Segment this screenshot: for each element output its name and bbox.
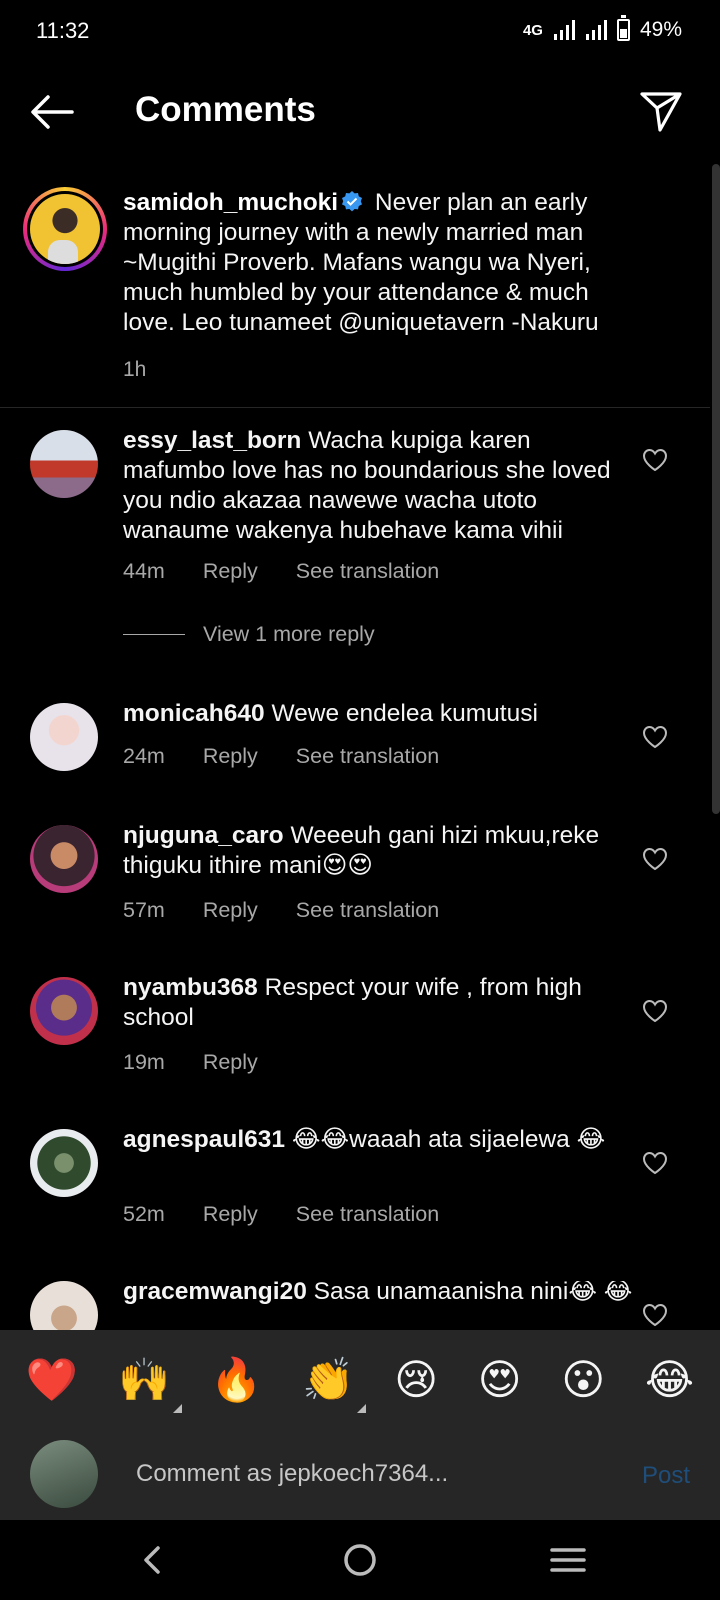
like-heart-icon[interactable] (642, 1151, 668, 1175)
my-avatar (30, 1440, 98, 1508)
comment-text: nyambu368 Respect your wife , from high … (123, 974, 582, 1031)
comment-meta: 52m Reply See translation (123, 1202, 439, 1227)
status-time: 11:32 (36, 18, 90, 43)
network-type: 4G (522, 21, 543, 39)
see-translation-button[interactable]: See translation (296, 744, 439, 769)
like-heart-icon[interactable] (642, 847, 668, 871)
battery-percent: 49% (639, 18, 682, 41)
comment-text: agnespaul631 😂😂waaah ata sijaelewa 😂 (123, 1126, 606, 1153)
reply-button[interactable]: Reply (203, 1202, 258, 1227)
signal-icon (553, 20, 575, 40)
comment-time: 44m (123, 559, 165, 583)
comment-item: nyambu368 Respect your wife , from high … (0, 974, 710, 1087)
like-heart-icon[interactable] (642, 725, 668, 749)
comment-text: monicah640 Wewe endelea kumutusi (123, 700, 538, 727)
like-heart-icon[interactable] (642, 999, 668, 1023)
heart-emoji-button[interactable]: ❤️ (26, 1359, 78, 1401)
page-title: Comments (135, 90, 316, 129)
view-more-replies[interactable]: View 1 more reply (123, 622, 375, 647)
author-avatar[interactable] (23, 187, 107, 271)
comment-username[interactable]: monicah640 (123, 700, 265, 727)
surprised-emoji-button[interactable]: 😮 (561, 1359, 605, 1401)
signal-icon (585, 20, 607, 40)
back-arrow-icon[interactable] (28, 92, 76, 132)
emoji-quick-bar: ❤️ 🙌 🔥 👏 😢 😍 😮 😂 (0, 1330, 720, 1430)
nav-back-icon[interactable] (132, 1542, 172, 1578)
laughing-emoji-button[interactable]: 😂 (645, 1359, 694, 1401)
comment-item: essy_last_born Wacha kupiga karen mafumb… (0, 427, 710, 646)
commenter-avatar[interactable] (30, 430, 98, 498)
commenter-avatar[interactable] (30, 1129, 98, 1197)
caption-text: samidoh_muchoki Never plan an early morn… (123, 188, 643, 338)
commenter-avatar[interactable] (30, 1281, 98, 1330)
commenter-avatar[interactable] (30, 977, 98, 1045)
comment-username[interactable]: essy_last_born (123, 427, 301, 454)
comment-username[interactable]: njuguna_caro (123, 822, 284, 849)
skin-tone-indicator (357, 1404, 367, 1413)
comment-username[interactable]: agnespaul631 (123, 1126, 285, 1153)
comment-item: monicah640 Wewe endelea kumutusi 24m Rep… (0, 700, 710, 793)
status-icons: 4G 49% (522, 15, 682, 42)
verified-badge-icon (342, 191, 363, 212)
comment-item: agnespaul631 😂😂waaah ata sijaelewa 😂 52m… (0, 1126, 710, 1239)
like-heart-icon[interactable] (642, 448, 668, 472)
comment-meta: 44m Reply See translation (123, 559, 439, 584)
skin-tone-indicator (173, 1404, 183, 1413)
nav-recents-icon[interactable] (548, 1542, 588, 1578)
see-translation-button[interactable]: See translation (296, 898, 439, 923)
reply-button[interactable]: Reply (203, 898, 258, 923)
like-heart-icon[interactable] (642, 1303, 668, 1327)
comment-time: 19m (123, 1050, 165, 1074)
status-bar: 11:32 4G 49% (0, 0, 720, 60)
comment-time: 24m (123, 744, 165, 768)
commenter-avatar[interactable] (30, 825, 98, 893)
comment-text: gracemwangi20 Sasa unamaanisha nini😂 😂 (123, 1281, 638, 1307)
header: Comments (0, 70, 720, 154)
raised-hands-emoji-button[interactable]: 🙌 (118, 1359, 183, 1413)
caption-username[interactable]: samidoh_muchoki (123, 189, 338, 216)
comment-input[interactable]: Comment as jepkoech7364... (136, 1460, 576, 1488)
caption-time: 1h (123, 358, 147, 381)
fire-emoji-button[interactable]: 🔥 (210, 1359, 262, 1401)
comment-time: 52m (123, 1202, 165, 1226)
heart-eyes-emoji-button[interactable]: 😍 (478, 1359, 522, 1401)
comment-composer: Comment as jepkoech7364... Post (0, 1430, 720, 1520)
reply-button[interactable]: Reply (203, 559, 258, 584)
divider-line (123, 634, 185, 635)
comment-item: njuguna_caro Weeeuh gani hizi mkuu,reke … (0, 822, 710, 935)
clap-emoji-button[interactable]: 👏 (302, 1359, 367, 1413)
post-button[interactable]: Post (642, 1462, 690, 1490)
comment-meta: 24m Reply See translation (123, 744, 439, 769)
system-nav-bar (0, 1520, 720, 1600)
see-translation-button[interactable]: See translation (296, 1202, 439, 1227)
reply-button[interactable]: Reply (203, 744, 258, 769)
comment-username[interactable]: gracemwangi20 (123, 1281, 307, 1305)
post-caption: samidoh_muchoki Never plan an early morn… (0, 180, 710, 408)
comment-text: essy_last_born Wacha kupiga karen mafumb… (123, 427, 611, 544)
scrollbar[interactable] (712, 164, 720, 814)
nav-home-icon[interactable] (340, 1542, 380, 1578)
battery-icon (616, 15, 630, 41)
comment-meta: 57m Reply See translation (123, 898, 439, 923)
see-translation-button[interactable]: See translation (296, 559, 439, 584)
crying-emoji-button[interactable]: 😢 (394, 1359, 438, 1401)
comment-meta: 19m Reply (123, 1050, 258, 1075)
commenter-avatar[interactable] (30, 703, 98, 771)
comment-username[interactable]: nyambu368 (123, 974, 258, 1001)
comment-time: 57m (123, 898, 165, 922)
comment-text: njuguna_caro Weeeuh gani hizi mkuu,reke … (123, 822, 600, 879)
share-send-icon[interactable] (638, 88, 684, 134)
comment-item: gracemwangi20 Sasa unamaanisha nini😂 😂 (0, 1281, 710, 1330)
reply-button[interactable]: Reply (203, 1050, 258, 1075)
